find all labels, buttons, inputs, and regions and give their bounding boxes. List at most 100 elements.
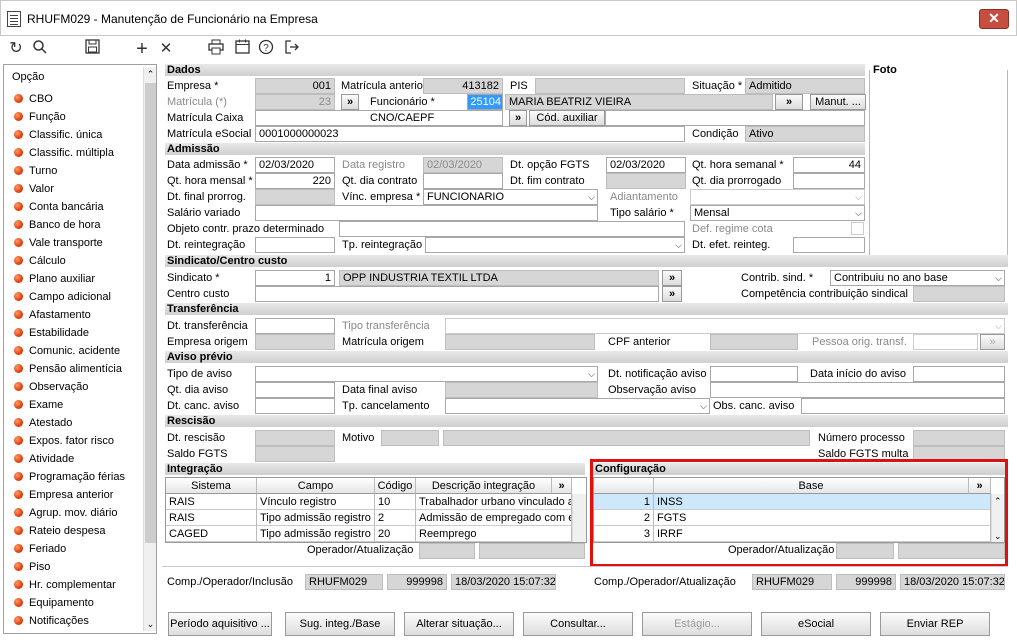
sidebar-item[interactable]: Estabilidade [14, 324, 89, 342]
grid-header-codigo[interactable]: Código [375, 478, 416, 494]
sindicato-code-field[interactable]: 1 [255, 270, 335, 286]
sidebar-item[interactable]: Exame [14, 396, 63, 414]
sidebar-item[interactable]: Campo adicional [14, 288, 111, 306]
sidebar-item[interactable]: CBO [14, 90, 53, 108]
table-cell[interactable]: INSS [654, 494, 991, 510]
contrib-sind-select[interactable]: Contribuiu no ano base ⌵ [830, 270, 1005, 286]
sidebar-item[interactable]: Cálculo [14, 252, 66, 270]
config-header-base[interactable]: Base [654, 478, 969, 494]
funcionario-name-field[interactable]: MARIA BEATRIZ VIEIRA [505, 94, 773, 110]
dia-contrato-field[interactable] [423, 173, 503, 189]
grid-header-campo[interactable]: Campo [257, 478, 375, 494]
table-cell[interactable]: CAGED [166, 526, 257, 542]
sug-integ-base-button[interactable]: Sug. integ./Base [285, 612, 395, 636]
table-cell[interactable]: Reemprego [416, 526, 572, 542]
dt-rescisao-field[interactable] [255, 430, 335, 446]
cpf-anterior-field[interactable] [710, 334, 798, 350]
table-cell[interactable]: 20 [375, 526, 416, 542]
sidebar-item[interactable]: Vale transporte [14, 234, 103, 252]
cno-lookup-button[interactable]: » [509, 110, 527, 126]
sidebar-item[interactable]: Turno [14, 162, 57, 180]
sidebar-scrollbar[interactable]: ⌃ ⌄ [143, 67, 156, 631]
table-cell[interactable]: FGTS [654, 510, 991, 526]
efet-reinteg-field[interactable] [793, 237, 865, 253]
mat-anterior-field[interactable]: 413182 [423, 78, 503, 94]
table-cell[interactable]: IRRF [654, 526, 991, 542]
estagio-button[interactable]: Estágio... [642, 612, 752, 636]
regime-cota-checkbox[interactable] [851, 222, 864, 235]
condicao-field[interactable]: Ativo [745, 126, 865, 142]
config-scrollbar[interactable]: ⌃ ⌄ [991, 494, 1004, 542]
table-cell[interactable]: 10 [375, 494, 416, 510]
canc-aviso-field[interactable] [255, 398, 335, 414]
hora-mensal-field[interactable]: 220 [255, 173, 335, 189]
obs-aviso-field[interactable] [710, 382, 1005, 398]
opcao-fgts-field[interactable]: 02/03/2020 [606, 157, 686, 173]
tipo-transferencia-select[interactable]: ⌵ [445, 318, 1005, 334]
refresh-icon[interactable]: ↻ [6, 39, 26, 59]
atualizacao-comp-field[interactable]: RHUFM029 [752, 574, 832, 590]
alterar-situacao-button[interactable]: Alterar situação... [404, 612, 514, 636]
saldo-fgts-field[interactable] [255, 446, 335, 462]
table-cell[interactable]: Tipo admissão registro [257, 510, 375, 526]
print-icon[interactable] [206, 39, 226, 59]
add-icon[interactable]: + [132, 39, 152, 59]
scroll-down-icon[interactable]: ⌄ [144, 617, 156, 631]
table-cell[interactable]: RAIS [166, 494, 257, 510]
pessoa-orig-field[interactable] [913, 334, 978, 350]
funcionario-code-field[interactable]: 25104 [467, 94, 503, 110]
tipo-aviso-select[interactable]: ⌵ [255, 366, 598, 382]
sidebar-item[interactable]: Comunic. acidente [14, 342, 120, 360]
numero-processo-field[interactable] [913, 430, 1005, 446]
centro-custo-lookup-button[interactable]: » [662, 286, 682, 302]
scroll-down-icon[interactable]: ⌄ [994, 531, 1002, 542]
search-icon[interactable] [30, 39, 50, 59]
tipo-salario-select[interactable]: Mensal ⌵ [690, 205, 865, 221]
table-cell[interactable]: 2 [375, 510, 416, 526]
grid-expand-button[interactable]: » [552, 478, 572, 494]
scroll-up-icon[interactable]: ⌃ [144, 67, 156, 81]
config-operador-field[interactable] [836, 543, 894, 559]
cod-auxiliar-field[interactable] [605, 110, 865, 126]
matricula-origem-field[interactable] [445, 334, 595, 350]
sidebar-item[interactable]: Programação férias [14, 468, 125, 486]
exit-icon[interactable] [282, 39, 302, 59]
sidebar-item[interactable]: Hr. complementar [14, 576, 116, 594]
sidebar-item[interactable]: Observação [14, 378, 88, 396]
competencia-field[interactable] [913, 286, 1005, 302]
scroll-thumb[interactable] [145, 83, 156, 543]
sidebar-item[interactable]: Atividade [14, 450, 74, 468]
sindicato-lookup-button[interactable]: » [662, 270, 682, 286]
sidebar-item[interactable]: Banco de hora [14, 216, 101, 234]
funcionario-lookup-button[interactable]: » [775, 94, 803, 110]
inclusao-oper-field[interactable]: 999998 [387, 574, 447, 590]
sidebar-item[interactable]: Feriado [14, 540, 66, 558]
empresa-origem-field[interactable] [255, 334, 335, 350]
matricula-esocial-field[interactable]: 0001000000023 [255, 126, 685, 142]
objeto-contrato-field[interactable] [339, 221, 685, 237]
tp-reintegracao-select[interactable]: ⌵ [425, 237, 685, 253]
dia-prorrogado-field[interactable] [793, 173, 865, 189]
sidebar-item[interactable]: Pensão alimentícia [14, 360, 122, 378]
pessoa-orig-lookup-button[interactable]: » [980, 334, 1005, 350]
inicio-aviso-field[interactable] [913, 366, 1005, 382]
sidebar-item[interactable]: Afastamento [14, 306, 91, 324]
scroll-up-icon[interactable]: ⌃ [994, 496, 1002, 507]
fim-contrato-field[interactable] [606, 173, 686, 189]
table-cell[interactable]: Admissão de empregado com e [416, 510, 572, 526]
help-icon[interactable]: ? [256, 39, 276, 59]
pis-field[interactable] [535, 78, 685, 94]
vinc-empresa-select[interactable]: FUNCIONARIO ⌵ [423, 189, 598, 205]
sidebar-item[interactable]: Conta bancária [14, 198, 104, 216]
dt-transferencia-field[interactable] [255, 318, 335, 334]
matricula-field[interactable]: 23 [255, 94, 335, 110]
periodo-aquisitivo-button[interactable]: Período aquisitivo ... [168, 612, 272, 636]
integ-atualizacao-field[interactable] [479, 543, 585, 559]
consultar-button[interactable]: Consultar... [523, 612, 633, 636]
table-cell[interactable]: 2 [594, 510, 654, 526]
data-admissao-field[interactable]: 02/03/2020 [255, 157, 335, 173]
sidebar-item[interactable]: Piso [14, 558, 50, 576]
grid-header-descricao[interactable]: Descrição integração [416, 478, 552, 494]
hora-semanal-field[interactable]: 44 [793, 157, 865, 173]
esocial-button[interactable]: eSocial [761, 612, 871, 636]
